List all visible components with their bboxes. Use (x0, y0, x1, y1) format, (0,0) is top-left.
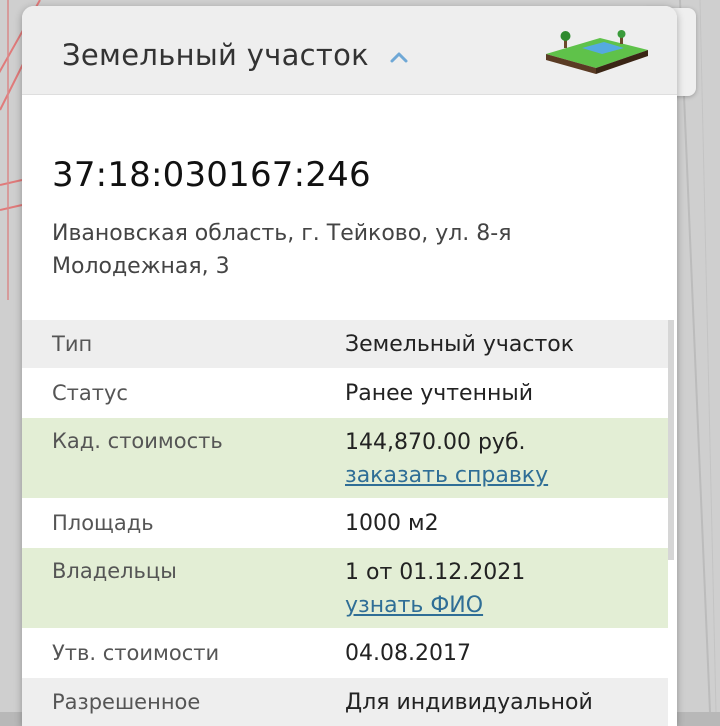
cadastral-number[interactable]: 37:18:030167:246 (52, 155, 647, 195)
order-certificate-link[interactable]: заказать справку (345, 459, 668, 492)
row-value: 1 от 01.12.2021 (345, 560, 526, 585)
table-row: Владельцы 1 от 01.12.2021 узнать ФИО (22, 548, 668, 629)
address: Ивановская область, г. Тейково, ул. 8-я … (52, 221, 512, 279)
row-value: Для индивидуальной (345, 689, 593, 715)
table-row: Утв. стоимости 04.08.2017 (22, 629, 668, 678)
table-row: Тип Земельный участок (22, 320, 668, 369)
row-value-group: 144,870.00 руб. заказать справку (345, 418, 668, 498)
row-value: Ранее учтенный (345, 380, 533, 406)
row-key: Владельцы (52, 559, 177, 583)
row-key: Утв. стоимости (52, 641, 220, 665)
row-value: Земельный участок (345, 331, 575, 357)
row-key: Разрешенное (52, 690, 201, 714)
scrollbar[interactable] (668, 320, 674, 560)
owner-name-link[interactable]: узнать ФИО (345, 589, 668, 622)
card-title[interactable]: Земельный участок (62, 38, 409, 72)
card-header[interactable]: Земельный участок (22, 6, 677, 95)
row-value: 04.08.2017 (345, 640, 471, 666)
details-table: Тип Земельный участок Статус Ранее учтен… (22, 320, 668, 726)
row-value: 144,870.00 руб. (345, 430, 526, 455)
row-key: Площадь (52, 511, 154, 535)
table-row: Разрешенное Для индивидуальной (22, 678, 668, 726)
row-key: Статус (52, 381, 128, 405)
land-plot-icon (542, 30, 652, 80)
row-value: 1000 м2 (345, 510, 439, 536)
card-title-label: Земельный участок (62, 38, 369, 72)
info-card: Земельный участок 37:18:030167:246 Ивано… (22, 6, 677, 726)
chevron-up-icon[interactable] (389, 37, 409, 71)
table-row: Статус Ранее учтенный (22, 369, 668, 418)
table-row: Площадь 1000 м2 (22, 499, 668, 548)
row-key: Кад. стоимость (52, 429, 223, 453)
table-row: Кад. стоимость 144,870.00 руб. заказать … (22, 418, 668, 499)
plot-info: 37:18:030167:246 Ивановская область, г. … (22, 155, 677, 283)
row-value-group: 1 от 01.12.2021 узнать ФИО (345, 548, 668, 628)
row-key: Тип (52, 332, 93, 356)
